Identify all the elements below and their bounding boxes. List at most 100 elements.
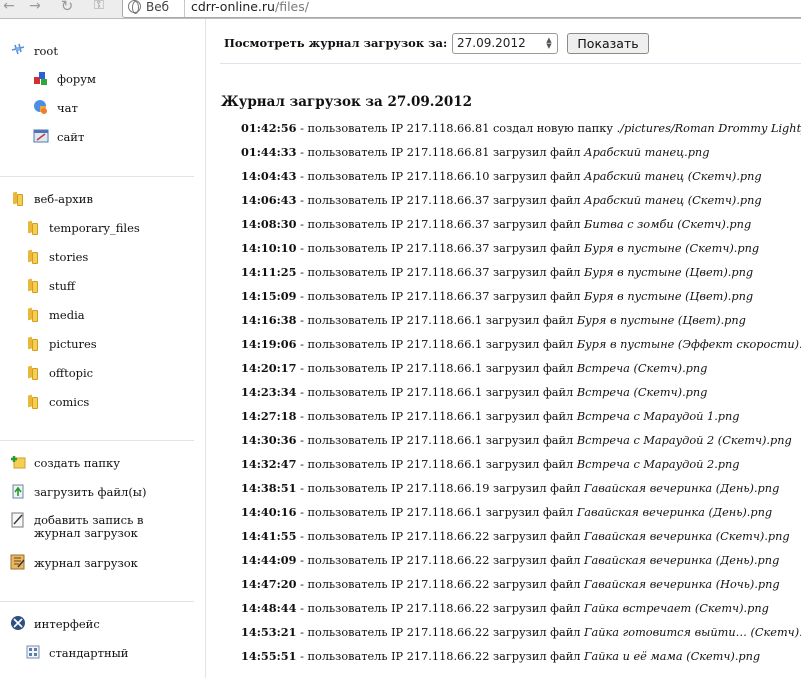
- action-label-line1: добавить запись в: [34, 513, 144, 527]
- log-entry: 14:55:51 - пользователь IP 217.118.66.22…: [241, 647, 760, 667]
- log-entry: 14:10:10 - пользователь IP 217.118.66.37…: [241, 239, 759, 259]
- log-file-name: Гавайская вечеринка (День).png: [584, 482, 780, 495]
- log-time: 14:55:51: [241, 649, 297, 663]
- forum-icon: [34, 72, 47, 85]
- updown-arrows-icon: ▲ ▼: [546, 36, 552, 50]
- sidebar-item-label: веб-архив: [34, 192, 93, 206]
- log-file-name: ./pictures/Roman Drommy Lighty: [616, 122, 801, 135]
- log-entry: 14:38:51 - пользователь IP 217.118.66.19…: [241, 479, 779, 499]
- sidebar-divider: [0, 601, 194, 602]
- log-time: 14:47:20: [241, 577, 297, 591]
- log-file-name: Буря в пустыне (Скетч).png: [584, 242, 760, 255]
- log-description: - пользователь IP 217.118.66.1 загрузил …: [296, 386, 577, 399]
- date-select[interactable]: 27.09.2012 ▲ ▼: [452, 33, 558, 54]
- log-entry: 14:53:21 - пользователь IP 217.118.66.22…: [241, 623, 801, 643]
- log-description: - пользователь IP 217.118.66.1 загрузил …: [296, 434, 577, 447]
- log-time: 14:23:34: [241, 385, 297, 399]
- log-time: 14:15:09: [241, 289, 297, 303]
- back-arrow-icon[interactable]: ←: [0, 0, 18, 16]
- log-time: 14:32:47: [241, 457, 297, 471]
- url-path: /files/: [274, 0, 309, 14]
- log-file-name: Гайка встречает (Скетч).png: [584, 602, 769, 615]
- log-entry: 01:42:56 - пользователь IP 217.118.66.81…: [241, 119, 801, 139]
- action-label: добавить запись в журнал загрузок: [34, 514, 144, 540]
- log-description: - пользователь IP 217.118.66.1 загрузил …: [296, 458, 577, 471]
- controls-divider: [220, 63, 801, 64]
- log-entry: 14:23:34 - пользователь IP 217.118.66.1 …: [241, 383, 707, 403]
- log-time: 14:53:21: [241, 625, 297, 639]
- log-file-name: Буря в пустыне (Цвет).png: [584, 266, 754, 279]
- folder-label: offtopic: [49, 366, 94, 380]
- log-file-name: Встреча с Марaудой 2.png: [576, 458, 740, 471]
- log-entry: 14:44:09 - пользователь IP 217.118.66.22…: [241, 551, 779, 571]
- log-title: Журнал загрузок за 27.09.2012: [221, 94, 473, 110]
- action-label: журнал загрузок: [34, 556, 138, 570]
- log-description: - пользователь IP 217.118.66.22 загрузил…: [296, 650, 585, 663]
- interface-icon: [11, 616, 25, 630]
- log-entry: 14:19:06 - пользователь IP 217.118.66.1 …: [241, 335, 801, 355]
- log-time: 14:10:10: [241, 241, 297, 255]
- log-entry: 14:40:16 - пользователь IP 217.118.66.1 …: [241, 503, 772, 523]
- site-identity[interactable]: Веб: [123, 0, 185, 17]
- sidebar-divider: [0, 440, 194, 441]
- grid-icon: [26, 645, 40, 659]
- forward-arrow-icon[interactable]: →: [26, 0, 44, 16]
- log-entry: 01:44:33 - пользователь IP 217.118.66.81…: [241, 143, 709, 163]
- log-time: 14:20:17: [241, 361, 297, 375]
- log-entry: 14:04:43 - пользователь IP 217.118.66.10…: [241, 167, 762, 187]
- log-description: - пользователь IP 217.118.66.1 загрузил …: [296, 338, 577, 351]
- folder-label: pictures: [49, 337, 97, 351]
- action-label-line2: журнал загрузок: [34, 526, 138, 540]
- log-time: 14:40:16: [241, 505, 297, 519]
- sidebar-item-label: форум: [57, 72, 96, 86]
- log-time: 01:44:33: [241, 145, 297, 159]
- folder-icon: [25, 219, 41, 235]
- log-entry: 14:47:20 - пользователь IP 217.118.66.22…: [241, 575, 780, 595]
- log-description: - пользователь IP 217.118.66.22 загрузил…: [296, 578, 585, 591]
- key-icon[interactable]: ⚿: [88, 0, 110, 16]
- address-bar[interactable]: Веб cdrr-online.ru/files/: [122, 0, 801, 18]
- log-entry: 14:27:18 - пользователь IP 217.118.66.1 …: [241, 407, 740, 427]
- folder-icon: [10, 190, 26, 206]
- log-entry: 14:48:44 - пользователь IP 217.118.66.22…: [241, 599, 769, 619]
- action-label: загрузить файл(ы): [34, 485, 147, 499]
- log-entry: 14:16:38 - пользователь IP 217.118.66.1 …: [241, 311, 746, 331]
- log-file-name: Встреча (Скетч).png: [576, 386, 708, 399]
- folder-label: stuff: [49, 279, 76, 293]
- show-button[interactable]: Показать: [567, 33, 649, 54]
- section-label: интерфейс: [34, 617, 100, 631]
- log-file-name: Встреча (Скетч).png: [576, 362, 708, 375]
- log-file-name: Гавайская вечеринка (Скетч).png: [584, 530, 790, 543]
- log-time: 14:27:18: [241, 409, 297, 423]
- log-entry: 14:20:17 - пользователь IP 217.118.66.1 …: [241, 359, 707, 379]
- folder-icon: [25, 248, 41, 264]
- main-content: Посмотреть журнал загрузок за: 27.09.201…: [220, 19, 801, 678]
- log-file-name: Арабский танец (Скетч).png: [584, 170, 762, 183]
- log-description: - пользователь IP 217.118.66.22 загрузил…: [296, 602, 585, 615]
- create-folder-icon: [11, 456, 26, 469]
- url-text[interactable]: cdrr-online.ru/files/: [191, 0, 309, 15]
- log-file-name: Буря в пустыне (Эффект скорости).p: [576, 338, 801, 351]
- log-time: 14:38:51: [241, 481, 297, 495]
- reload-icon[interactable]: ↻: [58, 0, 76, 16]
- sidebar-item-label: сайт: [57, 130, 85, 144]
- log-file-name: Гайка готовится выйти… (Скетч).p: [584, 626, 801, 639]
- log-time: 14:08:30: [241, 217, 297, 231]
- log-description: - пользователь IP 217.118.66.19 загрузил…: [296, 482, 585, 495]
- log-time: 14:19:06: [241, 337, 297, 351]
- log-time: 14:41:55: [241, 529, 297, 543]
- controls-label: Посмотреть журнал загрузок за:: [224, 36, 448, 50]
- add-entry-icon: [11, 512, 24, 528]
- log-entry: 14:08:30 - пользователь IP 217.118.66.37…: [241, 215, 751, 235]
- sidebar-item-label: чат: [57, 101, 78, 115]
- log-time: 14:48:44: [241, 601, 297, 615]
- identity-label: Веб: [146, 0, 170, 14]
- log-icon: [10, 554, 25, 570]
- log-entry: 14:30:36 - пользователь IP 217.118.66.1 …: [241, 431, 792, 451]
- log-description: - пользователь IP 217.118.66.81 создал н…: [296, 122, 617, 135]
- folder-label: comics: [49, 395, 90, 409]
- log-description: - пользователь IP 217.118.66.22 загрузил…: [296, 530, 585, 543]
- root-icon: [11, 43, 25, 55]
- folder-label: temporary_files: [49, 221, 140, 235]
- log-description: - пользователь IP 217.118.66.37 загрузил…: [296, 290, 585, 303]
